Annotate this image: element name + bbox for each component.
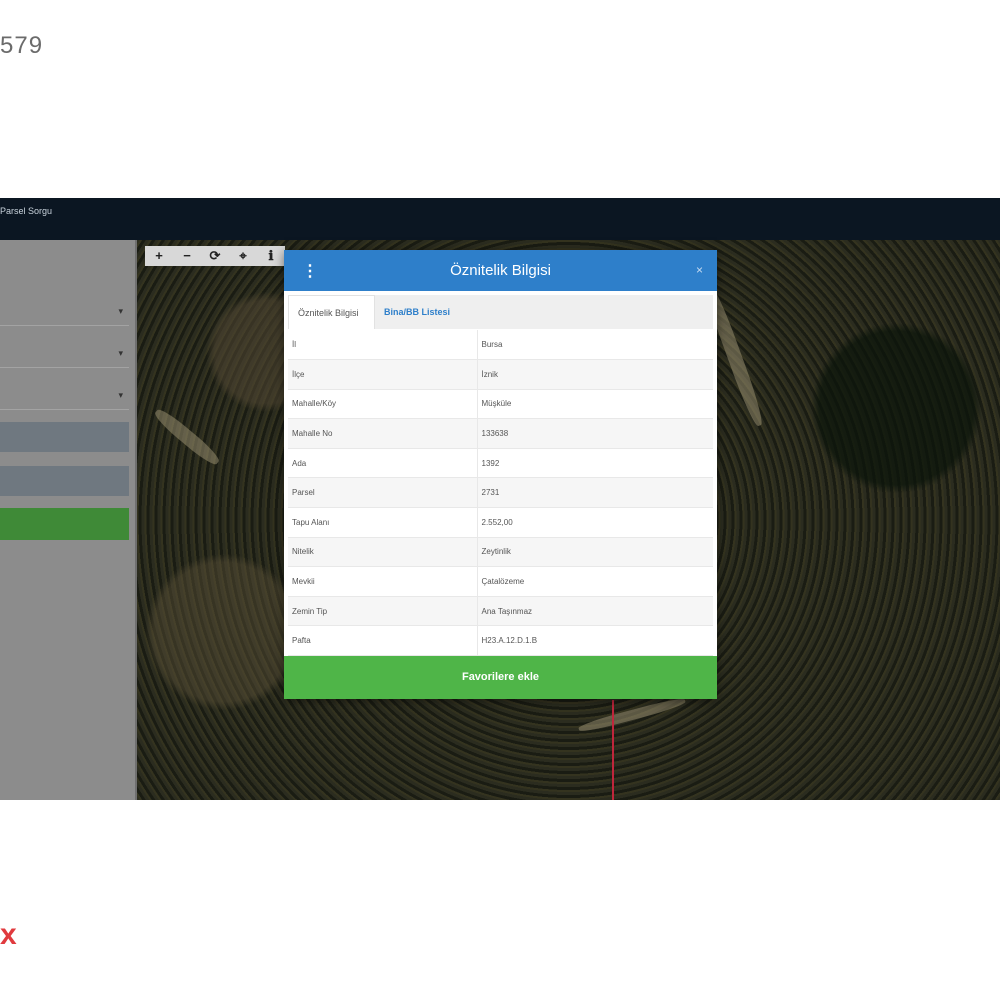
locate-icon[interactable]: ⌖	[233, 246, 253, 266]
attribute-value: Zeytinlik	[477, 537, 713, 568]
zoom-out-icon[interactable]: −	[177, 246, 197, 266]
tab-building-list[interactable]: Bina/BB Listesi	[375, 295, 459, 329]
listing-number: 579	[0, 32, 44, 59]
attribute-key: Mahalle No	[288, 418, 478, 449]
table-row: Tapu Alanı 2.552,00	[288, 507, 713, 538]
attribute-dialog: ⋮ Öznitelik Bilgisi × Öznitelik Bilgisi …	[284, 250, 717, 699]
attribute-key: İl	[288, 330, 478, 361]
dialog-header: ⋮ Öznitelik Bilgisi ×	[284, 250, 717, 291]
province-select[interactable]: ▾	[0, 296, 129, 326]
attribute-value: Ana Taşınmaz	[477, 596, 713, 627]
district-select[interactable]: ▾	[0, 338, 129, 368]
map-toolbar: + − ⟳ ⌖ ℹ	[145, 246, 285, 266]
parcel-input[interactable]	[0, 466, 129, 496]
attribute-value: H23.A.12.D.1.B	[477, 625, 713, 657]
close-icon[interactable]: ×	[696, 263, 703, 277]
refresh-icon[interactable]: ⟳	[205, 246, 225, 266]
map-road	[577, 695, 687, 735]
table-row: Zemin Tip Ana Taşınmaz	[288, 596, 713, 627]
page: 579 Parsel Sorgu ▾ ▾ ▾ + − ⟳ ⌖ ℹ ⋮ Öznit…	[0, 0, 1000, 1000]
dialog-title: Öznitelik Bilgisi	[450, 262, 551, 279]
attribute-key: Tapu Alanı	[288, 507, 478, 538]
app-title: Parsel Sorgu	[0, 206, 53, 216]
table-row: Ada 1392	[288, 448, 713, 479]
table-row: Mahalle No 133638	[288, 418, 713, 449]
block-input[interactable]	[0, 422, 129, 452]
sidebar: ▾ ▾ ▾	[0, 240, 137, 800]
attribute-key: Nitelik	[288, 537, 478, 568]
attribute-key: İlçe	[288, 359, 478, 390]
attribute-key: Mevkii	[288, 566, 478, 597]
attribute-value: Müşküle	[477, 389, 713, 420]
parcel-boundary	[612, 700, 614, 800]
map-road	[151, 405, 223, 469]
tab-attributes[interactable]: Öznitelik Bilgisi	[288, 295, 375, 329]
attribute-value: Bursa	[477, 330, 713, 361]
table-row: İl Bursa	[288, 330, 713, 361]
zoom-in-icon[interactable]: +	[149, 246, 169, 266]
query-button[interactable]	[0, 508, 129, 540]
attribute-key: Mahalle/Köy	[288, 389, 478, 420]
brand-logo: x	[0, 918, 17, 951]
app-topbar: Parsel Sorgu	[0, 198, 1000, 240]
table-row: Mevkii Çatalözeme	[288, 566, 713, 597]
table-row: İlçe İznik	[288, 359, 713, 390]
table-row: Mahalle/Köy Müşküle	[288, 389, 713, 420]
attribute-value: 133638	[477, 418, 713, 449]
chevron-down-icon: ▾	[118, 390, 123, 400]
attribute-value: Çatalözeme	[477, 566, 713, 597]
attribute-key: Pafta	[288, 625, 478, 657]
table-row: Parsel 2731	[288, 477, 713, 509]
info-icon[interactable]: ℹ	[261, 246, 281, 266]
attribute-value: 2.552,00	[477, 507, 713, 538]
chevron-down-icon: ▾	[118, 306, 123, 316]
attribute-key: Parsel	[288, 477, 478, 509]
attribute-value: 1392	[477, 448, 713, 479]
attribute-value: İznik	[477, 359, 713, 390]
table-row: Pafta H23.A.12.D.1.B	[288, 625, 713, 657]
attribute-table: İl Bursa İlçe İznik Mahalle/Köy Müşküle Mahall…	[288, 330, 713, 657]
chevron-down-icon: ▾	[118, 348, 123, 358]
attribute-value: 2731	[477, 477, 713, 509]
attribute-key: Ada	[288, 448, 478, 479]
add-to-favorites-button[interactable]: Favorilere ekle	[284, 656, 717, 699]
table-row: Nitelik Zeytinlik	[288, 537, 713, 568]
attribute-key: Zemin Tip	[288, 596, 478, 627]
dialog-tabs: Öznitelik Bilgisi Bina/BB Listesi	[288, 295, 713, 329]
neighborhood-select[interactable]: ▾	[0, 380, 129, 410]
